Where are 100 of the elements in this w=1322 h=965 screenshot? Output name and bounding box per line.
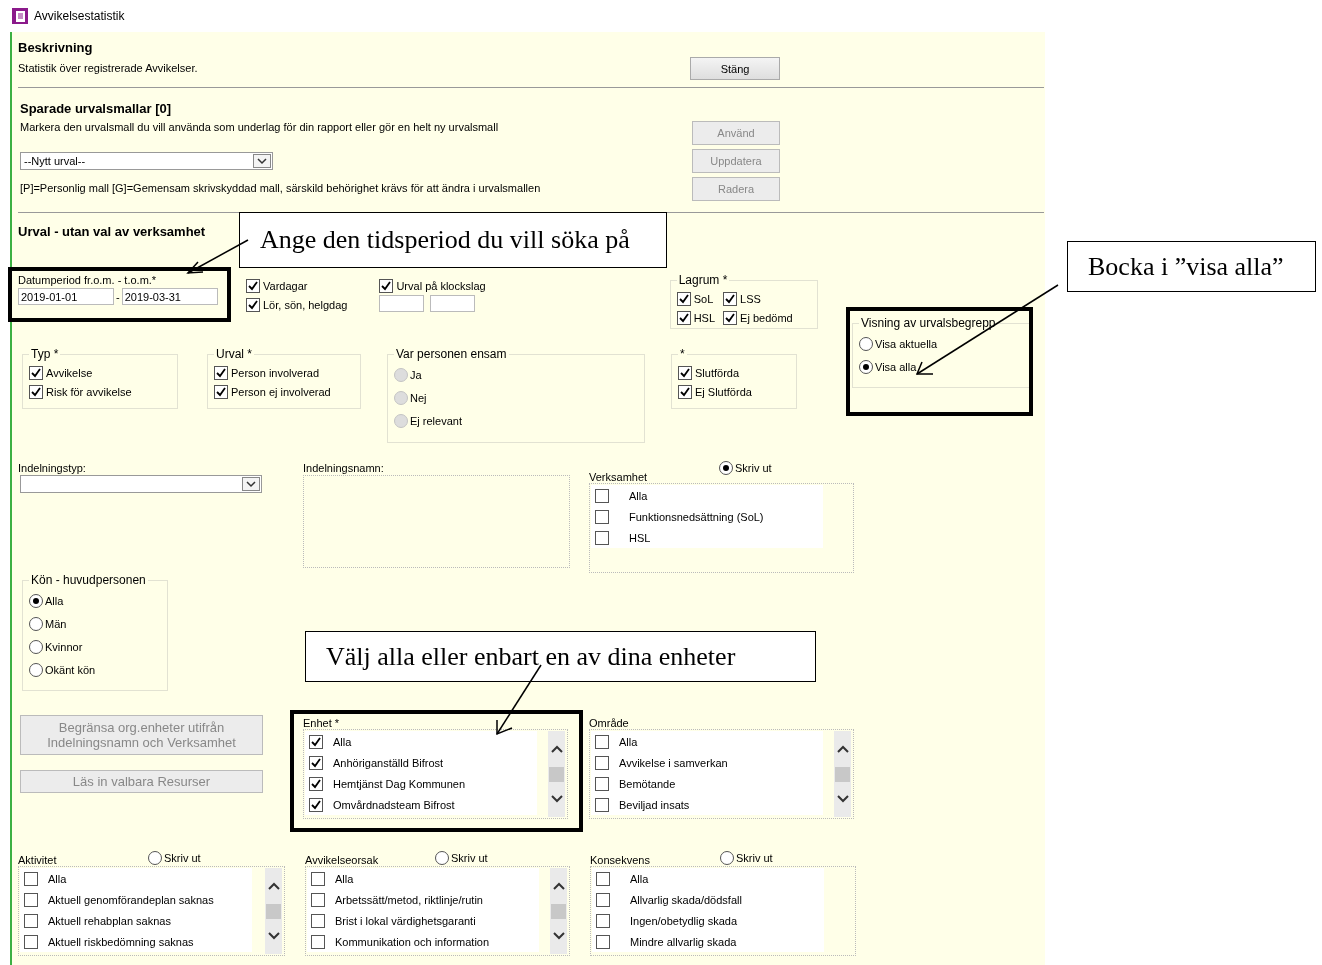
date-separator: - (115, 290, 121, 303)
time-to-field[interactable] (430, 295, 476, 312)
checkbox[interactable] (595, 776, 609, 791)
radio-button[interactable] (435, 851, 449, 865)
checkbox-label: Aktuell rehabplan saknas (48, 914, 171, 927)
checkbox[interactable] (311, 913, 325, 928)
radio-button[interactable] (719, 461, 733, 475)
list-label: Enhet * (303, 717, 340, 729)
date-to-field[interactable]: 2019-03-31 (121, 288, 218, 305)
checkbox[interactable] (596, 892, 610, 907)
checkbox[interactable] (24, 892, 38, 907)
checkbox[interactable] (678, 365, 692, 380)
radio-label: Män (45, 617, 67, 630)
checkbox[interactable] (596, 934, 610, 949)
checkbox-label: Aktuell genomförandeplan saknas (48, 893, 214, 906)
callout-text: Välj alla eller enbart en av dina enheter (305, 631, 816, 682)
field-label: Indelningsnamn: (303, 461, 385, 475)
checkbox[interactable] (595, 755, 609, 770)
template-select[interactable]: --Nytt urval-- (20, 152, 273, 170)
checkbox[interactable] (595, 530, 609, 545)
checkbox-label: Lör, sön, helgdag (263, 298, 348, 311)
field-label: Datumperiod fr.o.m. - t.o.m.* (18, 273, 158, 287)
radio-label: Visa alla (875, 360, 917, 373)
arrow (186, 239, 249, 274)
radio-label: Visa aktuella (875, 337, 938, 350)
checkbox[interactable] (596, 913, 610, 928)
checkbox-label: Aktuell riskbedömning saknas (48, 935, 194, 948)
radio-button[interactable] (859, 359, 873, 374)
checkbox[interactable] (29, 365, 43, 380)
checkbox[interactable] (24, 871, 38, 886)
checkbox[interactable] (311, 871, 325, 886)
checkbox[interactable] (24, 934, 38, 949)
checkbox-label: Omvårdnadsteam Bifrost (333, 798, 455, 811)
checkbox-label: Alla (629, 489, 648, 502)
scrollbar[interactable] (550, 868, 567, 954)
checkbox[interactable] (379, 278, 394, 293)
radio-label: Kvinnor (45, 640, 83, 653)
radio-label: Alla (45, 594, 64, 607)
checkbox[interactable] (676, 291, 691, 306)
time-from-field[interactable] (379, 295, 425, 312)
scrollbar[interactable] (265, 868, 282, 954)
checkbox[interactable] (595, 797, 609, 812)
close-button[interactable]: Stäng (690, 57, 780, 80)
checkbox[interactable] (309, 734, 323, 749)
group-label: Var personen ensam (395, 347, 508, 361)
checkbox[interactable] (246, 278, 260, 293)
division-type-select[interactable] (20, 475, 262, 493)
checkbox[interactable] (214, 365, 228, 380)
radio-label: Skriv ut (451, 852, 488, 864)
radio-label: Ej relevant (410, 414, 462, 427)
scrollbar[interactable] (548, 731, 565, 817)
radio-button[interactable] (29, 639, 43, 654)
radio-button[interactable] (29, 616, 43, 631)
radio-button[interactable] (29, 662, 43, 677)
list-label: Avvikelseorsak (305, 854, 379, 866)
checkbox[interactable] (311, 934, 325, 949)
radio-button[interactable] (148, 851, 162, 865)
checkbox-label: Risk för avvikelse (46, 385, 132, 398)
radio-label: Skriv ut (164, 852, 201, 864)
radio-button[interactable] (720, 851, 734, 865)
checkbox[interactable] (29, 384, 43, 399)
instruction-text: Markera den urvalsmall du vill använda som underlag för din rapport eller gör en helt ny urvalsmall (20, 120, 500, 134)
section-heading: Sparade urvalsmallar [0] (20, 101, 173, 117)
chevron-down-icon (253, 154, 271, 168)
radio-label: Nej (410, 391, 427, 404)
checkbox-label: Vardagar (263, 279, 308, 292)
checkbox[interactable] (309, 755, 323, 770)
checkbox[interactable] (309, 776, 323, 791)
checkbox[interactable] (246, 297, 260, 312)
radio-button[interactable] (29, 593, 43, 608)
scrollbar[interactable] (834, 731, 851, 817)
checkbox[interactable] (595, 509, 609, 524)
legend-note: [P]=Personlig mall [G]=Gemensam skrivskyddad mall, särskild behörighet krävs för att ändra i urvalsmallen (20, 181, 542, 195)
checkbox-label: Avvikelse i samverkan (619, 756, 728, 769)
checkbox[interactable] (214, 384, 228, 399)
checkbox[interactable] (678, 384, 692, 399)
checkbox[interactable] (311, 892, 325, 907)
checkbox-label: Ej Slutförda (695, 385, 752, 398)
checkbox[interactable] (676, 310, 691, 325)
checkbox-label: Arbetssätt/metod, riktlinje/rutin (335, 893, 483, 906)
checkbox[interactable] (595, 734, 609, 749)
checkbox[interactable] (309, 797, 323, 812)
chevron-down-icon (242, 477, 260, 491)
checkbox[interactable] (723, 291, 738, 306)
group-label: Typ * (30, 347, 60, 361)
window-title: Avvikelsestatistik (34, 9, 125, 23)
checkbox[interactable] (596, 871, 610, 886)
radio-button[interactable] (859, 336, 873, 351)
checkbox-label: Bemötande (619, 777, 676, 790)
list-label: Aktivitet (18, 854, 57, 866)
date-from-field[interactable]: 2019-01-01 (18, 288, 114, 305)
group-label: * (679, 347, 686, 361)
checkbox[interactable] (24, 913, 38, 928)
checkbox[interactable] (595, 488, 609, 503)
checkbox-label: Slutförda (695, 366, 740, 379)
field-label: Indelningstyp: (18, 461, 87, 475)
checkbox-label: LSS (740, 292, 761, 305)
checkbox[interactable] (723, 310, 738, 325)
radio-label: Skriv ut (735, 462, 772, 474)
checkbox-label: Alla (333, 735, 352, 748)
